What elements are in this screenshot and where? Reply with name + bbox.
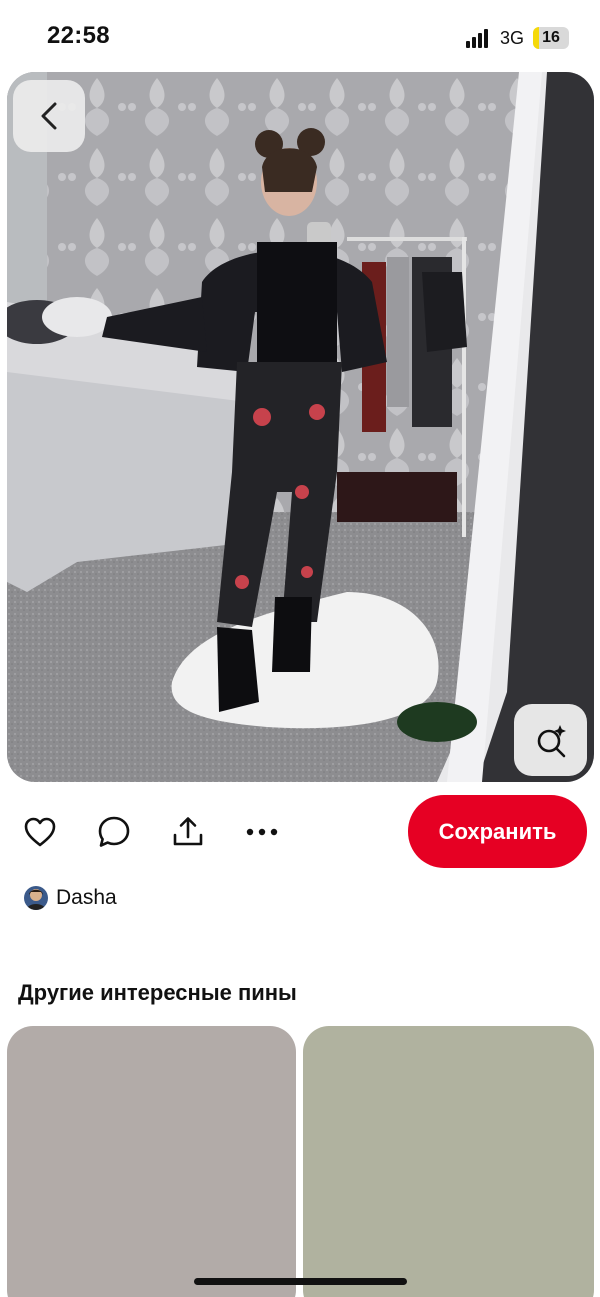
save-button[interactable]: Сохранить <box>408 795 587 868</box>
chevron-left-icon <box>41 102 57 130</box>
comment-button[interactable] <box>94 812 134 852</box>
related-pin-card[interactable] <box>7 1026 296 1297</box>
battery-icon: 16 <box>533 27 569 49</box>
like-button[interactable] <box>20 812 60 852</box>
back-button[interactable] <box>13 80 85 152</box>
pin-image[interactable] <box>7 72 594 782</box>
share-button[interactable] <box>168 812 208 852</box>
related-pin-card[interactable] <box>303 1026 594 1297</box>
avatar <box>24 886 48 910</box>
visual-search-button[interactable] <box>514 704 587 776</box>
network-type: 3G <box>500 28 525 48</box>
more-button[interactable] <box>242 812 282 852</box>
author-link[interactable]: Dasha <box>24 884 117 912</box>
comment-bubble-icon <box>98 816 130 847</box>
lens-sparkle-icon <box>537 725 566 758</box>
pin-photo-illustration <box>7 72 594 782</box>
more-dots-icon <box>246 828 278 836</box>
status-bar: 22:58 3G 16 <box>0 0 600 72</box>
home-indicator <box>194 1278 407 1285</box>
heart-icon <box>24 817 56 847</box>
battery-level: 16 <box>542 29 560 46</box>
share-upload-icon <box>173 817 203 846</box>
signal-strength-icon <box>466 28 492 48</box>
more-pins-title: Другие интересные пины <box>18 980 297 1005</box>
author-name: Dasha <box>56 886 117 909</box>
status-time: 22:58 <box>47 22 110 49</box>
